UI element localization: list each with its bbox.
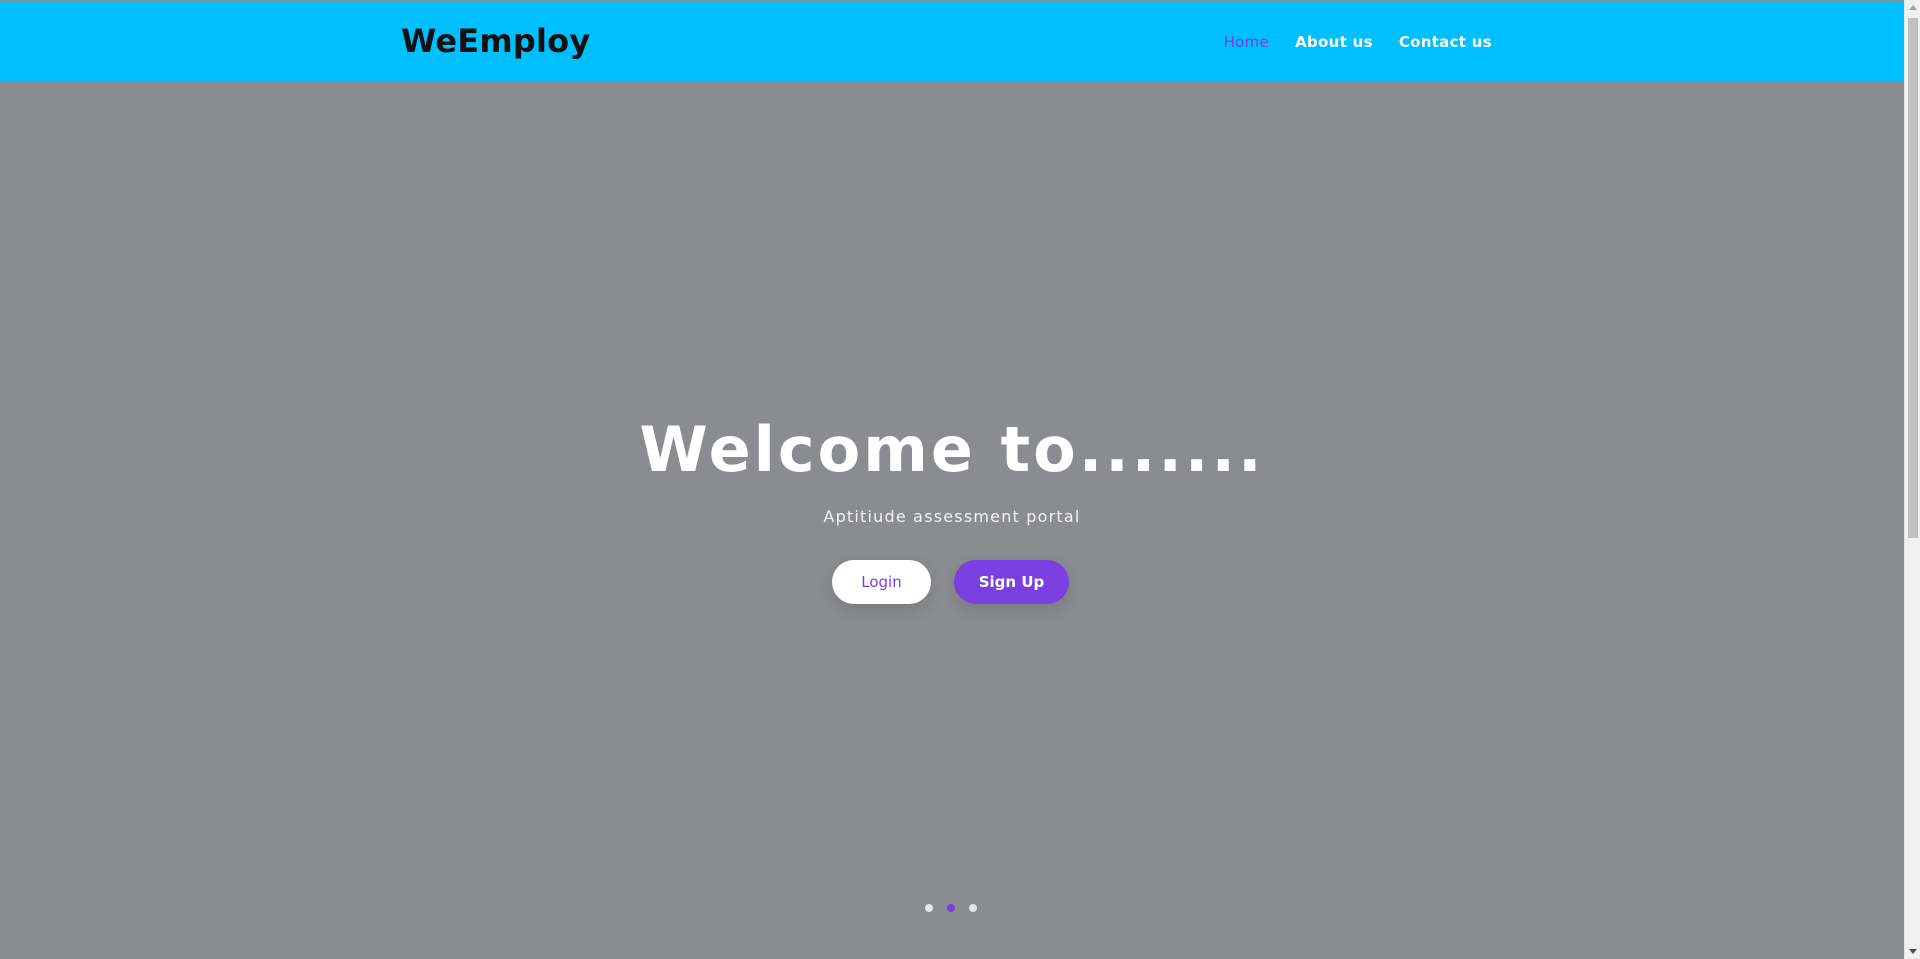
scrollbar-thumb[interactable] <box>1908 18 1918 538</box>
nav-link-contact-us[interactable]: Contact us <box>1399 29 1492 55</box>
carousel-indicator-2[interactable] <box>947 904 955 912</box>
carousel-indicator-3[interactable] <box>969 904 977 912</box>
nav-links: Home About us Contact us <box>1224 29 1492 55</box>
nav-link-about-us[interactable]: About us <box>1295 29 1373 55</box>
hero-carousel: Welcome to....... Aptitiude assessment p… <box>0 82 1904 959</box>
sign-up-button[interactable]: Sign Up <box>954 560 1069 604</box>
scroll-up-arrow-icon[interactable] <box>1909 5 1917 10</box>
navbar: WeEmploy Home About us Contact us <box>0 1 1904 82</box>
hero-subtitle: Aptitiude assessment portal <box>823 507 1081 526</box>
brand-logo[interactable]: WeEmploy <box>401 21 590 61</box>
login-button[interactable]: Login <box>832 560 931 604</box>
page-scrollbar[interactable] <box>1904 0 1920 959</box>
carousel-indicator-1[interactable] <box>925 904 933 912</box>
hero-title: Welcome to....... <box>639 413 1265 486</box>
carousel-indicators <box>925 904 977 912</box>
page: WeEmploy Home About us Contact us Welcom… <box>0 0 1920 959</box>
nav-link-home[interactable]: Home <box>1224 29 1270 55</box>
scroll-down-arrow-icon[interactable] <box>1909 949 1917 954</box>
hero-buttons: Login Sign Up <box>832 560 1069 604</box>
